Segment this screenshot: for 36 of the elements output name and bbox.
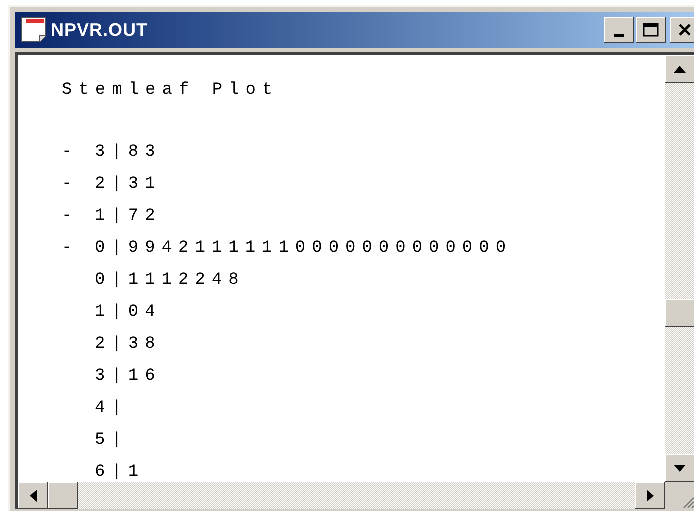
stem-leaf-row: 1|72 <box>95 207 162 227</box>
scroll-right-button[interactable] <box>635 482 665 509</box>
resize-grip[interactable] <box>665 482 694 509</box>
close-button[interactable] <box>670 17 694 43</box>
stem-leaf-row: 0|1112248 <box>95 271 246 291</box>
maximize-button[interactable] <box>636 17 666 43</box>
plot-heading: Stemleaf Plot <box>62 81 280 101</box>
down-arrow-icon <box>674 464 686 472</box>
scroll-up-button[interactable] <box>665 55 694 83</box>
close-icon <box>678 24 692 36</box>
scroll-thumb[interactable] <box>48 482 78 509</box>
stem-leaf-row: 2|38 <box>95 335 162 355</box>
minimize-icon <box>614 34 624 37</box>
up-arrow-icon <box>674 66 686 72</box>
resize-grip-icon <box>681 495 694 509</box>
maximize-icon <box>643 23 659 37</box>
right-arrow-icon <box>646 490 654 502</box>
stem-leaf-row: 5| <box>95 431 128 451</box>
stem-leaf-row: 4| <box>95 399 128 419</box>
stem-leaf-row: 6|1 <box>95 463 146 482</box>
minus-sign: - <box>62 239 79 259</box>
stem-leaf-row: 3|16 <box>95 367 162 387</box>
window-title: NPVR.OUT <box>51 18 148 42</box>
document-icon <box>19 15 49 45</box>
stem-leaf-row: 2|31 <box>95 175 162 195</box>
left-arrow-icon <box>30 490 36 502</box>
minus-sign: - <box>62 207 79 227</box>
stem-leaf-row: 3|83 <box>95 143 162 163</box>
minus-sign: - <box>62 175 79 195</box>
stem-leaf-row: 0|99421111110000000000000 <box>95 239 513 259</box>
scroll-down-button[interactable] <box>665 454 694 482</box>
minus-sign: - <box>62 143 79 163</box>
scroll-left-button[interactable] <box>18 482 48 509</box>
scroll-thumb[interactable] <box>665 299 694 327</box>
minimize-button[interactable] <box>604 17 634 43</box>
stem-leaf-row: 1|04 <box>95 303 162 323</box>
